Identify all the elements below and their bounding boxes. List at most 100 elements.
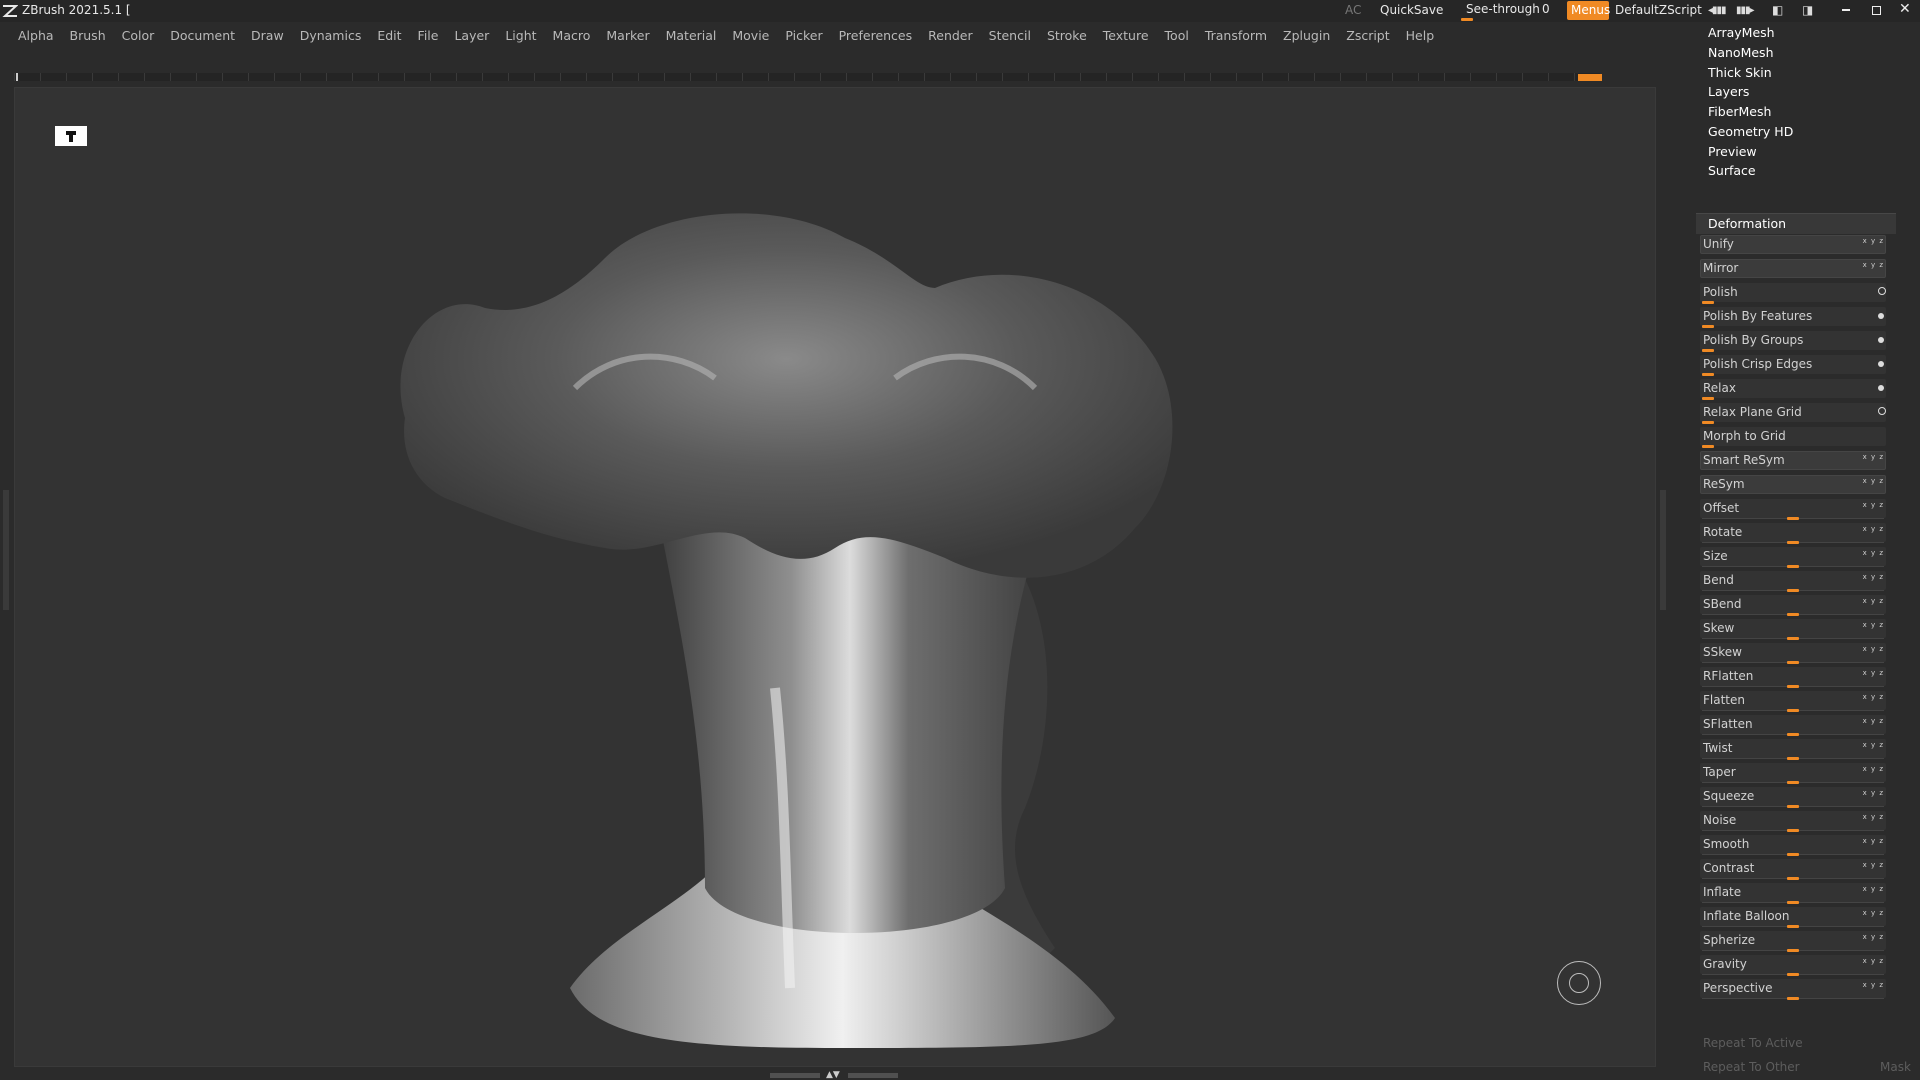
default-zscript[interactable]: DefaultZScript — [1615, 3, 1702, 17]
deform-skew[interactable]: Skew x y z — [1700, 619, 1886, 640]
deform-polish[interactable]: Polish — [1700, 283, 1886, 304]
interface-icon-1[interactable]: ◧ — [1772, 3, 1783, 17]
axis-toggle-icon[interactable]: x y z — [1863, 237, 1884, 245]
deform-polish-crisp-edges[interactable]: Polish Crisp Edges — [1700, 355, 1886, 376]
bottom-tray-handle[interactable]: ▲▼ — [770, 1070, 900, 1080]
menu-tool[interactable]: Tool — [1157, 22, 1197, 50]
axis-toggle-icon[interactable]: x y z — [1863, 621, 1884, 629]
subpalette-nanomesh[interactable]: NanoMesh — [1708, 45, 1774, 60]
axis-toggle-icon[interactable]: x y z — [1863, 765, 1884, 773]
deform-spherize[interactable]: Spherize x y z — [1700, 931, 1886, 952]
repeat-to-active-button[interactable]: Repeat To Active — [1703, 1036, 1803, 1050]
canvas-viewport[interactable] — [14, 87, 1656, 1067]
deform-smart-resym[interactable]: Smart ReSym x y z — [1700, 451, 1886, 471]
axis-toggle-icon[interactable]: x y z — [1863, 837, 1884, 845]
axis-toggle-icon[interactable]: x y z — [1863, 717, 1884, 725]
seethrough-slider[interactable]: See-through 0 — [1458, 1, 1552, 21]
mode-ring-icon[interactable] — [1878, 287, 1886, 295]
slider-knob[interactable] — [1787, 805, 1799, 808]
mode-dot-icon[interactable] — [1878, 361, 1884, 367]
menu-marker[interactable]: Marker — [598, 22, 657, 50]
deform-smooth[interactable]: Smooth x y z — [1700, 835, 1886, 856]
axis-toggle-icon[interactable]: x y z — [1863, 669, 1884, 677]
subpalette-preview[interactable]: Preview — [1708, 144, 1757, 159]
menu-edit[interactable]: Edit — [369, 22, 409, 50]
deform-relax-plane-grid[interactable]: Relax Plane Grid — [1700, 403, 1886, 424]
repeat-to-other-button[interactable]: Repeat To Other — [1703, 1060, 1800, 1074]
slider-knob[interactable] — [1787, 565, 1799, 568]
menu-layer[interactable]: Layer — [446, 22, 497, 50]
deform-noise[interactable]: Noise x y z — [1700, 811, 1886, 832]
axis-toggle-icon[interactable]: x y z — [1863, 645, 1884, 653]
deform-gravity[interactable]: Gravity x y z — [1700, 955, 1886, 976]
slider-knob[interactable] — [1787, 541, 1799, 544]
deformation-header[interactable]: Deformation — [1696, 213, 1896, 234]
deform-flatten[interactable]: Flatten x y z — [1700, 691, 1886, 712]
axis-toggle-icon[interactable]: x y z — [1863, 573, 1884, 581]
menu-picker[interactable]: Picker — [777, 22, 830, 50]
deform-inflate[interactable]: Inflate x y z — [1700, 883, 1886, 904]
restore-icon[interactable] — [1872, 6, 1881, 15]
axis-toggle-icon[interactable]: x y z — [1863, 813, 1884, 821]
subpalette-arraymesh[interactable]: ArrayMesh — [1708, 25, 1775, 40]
slider-knob[interactable] — [1787, 757, 1799, 760]
menu-render[interactable]: Render — [920, 22, 981, 50]
axis-toggle-icon[interactable]: x y z — [1863, 957, 1884, 965]
axis-toggle-icon[interactable]: x y z — [1863, 549, 1884, 557]
deform-morph-to-grid[interactable]: Morph to Grid — [1700, 427, 1886, 448]
slider-knob[interactable] — [1787, 901, 1799, 904]
menu-stencil[interactable]: Stencil — [981, 22, 1039, 50]
axis-toggle-icon[interactable]: x y z — [1863, 693, 1884, 701]
layout-right-icon[interactable]: ▮▮▮▸ — [1736, 5, 1755, 16]
slider-knob[interactable] — [1787, 517, 1799, 520]
axis-toggle-icon[interactable]: x y z — [1863, 789, 1884, 797]
menu-transform[interactable]: Transform — [1197, 22, 1275, 50]
right-tray-handle[interactable] — [1660, 490, 1666, 610]
deform-mirror[interactable]: Mirror x y z — [1700, 259, 1886, 279]
menu-material[interactable]: Material — [658, 22, 725, 50]
menu-macro[interactable]: Macro — [545, 22, 599, 50]
menu-preferences[interactable]: Preferences — [831, 22, 921, 50]
deform-polish-by-groups[interactable]: Polish By Groups — [1700, 331, 1886, 352]
mode-dot-icon[interactable] — [1878, 385, 1884, 391]
deform-polish-by-features[interactable]: Polish By Features — [1700, 307, 1886, 328]
deform-sflatten[interactable]: SFlatten x y z — [1700, 715, 1886, 736]
menu-color[interactable]: Color — [114, 22, 163, 50]
subpalette-surface[interactable]: Surface — [1708, 163, 1756, 178]
menu-file[interactable]: File — [410, 22, 447, 50]
interface-icon-2[interactable]: ◨ — [1802, 3, 1813, 17]
subpalette-thick-skin[interactable]: Thick Skin — [1708, 65, 1772, 80]
slider-knob[interactable] — [1787, 613, 1799, 616]
timeline-track[interactable] — [14, 73, 1602, 81]
deform-offset[interactable]: Offset x y z — [1700, 499, 1886, 520]
left-tray-handle[interactable] — [3, 490, 9, 610]
deform-rotate[interactable]: Rotate x y z — [1700, 523, 1886, 544]
axis-toggle-icon[interactable]: x y z — [1863, 885, 1884, 893]
deform-unify[interactable]: Unify x y z — [1700, 235, 1886, 255]
deform-twist[interactable]: Twist x y z — [1700, 739, 1886, 760]
deform-squeeze[interactable]: Squeeze x y z — [1700, 787, 1886, 808]
menu-movie[interactable]: Movie — [724, 22, 777, 50]
subpalette-fibermesh[interactable]: FiberMesh — [1708, 104, 1771, 119]
menu-brush[interactable]: Brush — [62, 22, 114, 50]
axis-toggle-icon[interactable]: x y z — [1863, 261, 1884, 269]
axis-toggle-icon[interactable]: x y z — [1863, 933, 1884, 941]
deform-sskew[interactable]: SSkew x y z — [1700, 643, 1886, 664]
slider-knob[interactable] — [1787, 877, 1799, 880]
slider-knob[interactable] — [1787, 733, 1799, 736]
slider-knob[interactable] — [1787, 853, 1799, 856]
subpalette-geometry-hd[interactable]: Geometry HD — [1708, 124, 1793, 139]
deform-taper[interactable]: Taper x y z — [1700, 763, 1886, 784]
slider-knob[interactable] — [1787, 973, 1799, 976]
axis-toggle-icon[interactable]: x y z — [1863, 741, 1884, 749]
close-icon[interactable]: ✕ — [1899, 1, 1911, 17]
deform-contrast[interactable]: Contrast x y z — [1700, 859, 1886, 880]
axis-toggle-icon[interactable]: x y z — [1863, 525, 1884, 533]
deform-bend[interactable]: Bend x y z — [1700, 571, 1886, 592]
mode-ring-icon[interactable] — [1878, 407, 1886, 415]
deform-size[interactable]: Size x y z — [1700, 547, 1886, 568]
menu-dynamics[interactable]: Dynamics — [292, 22, 370, 50]
axis-toggle-icon[interactable]: x y z — [1863, 477, 1884, 485]
slider-knob[interactable] — [1787, 925, 1799, 928]
menu-zplugin[interactable]: Zplugin — [1275, 22, 1338, 50]
